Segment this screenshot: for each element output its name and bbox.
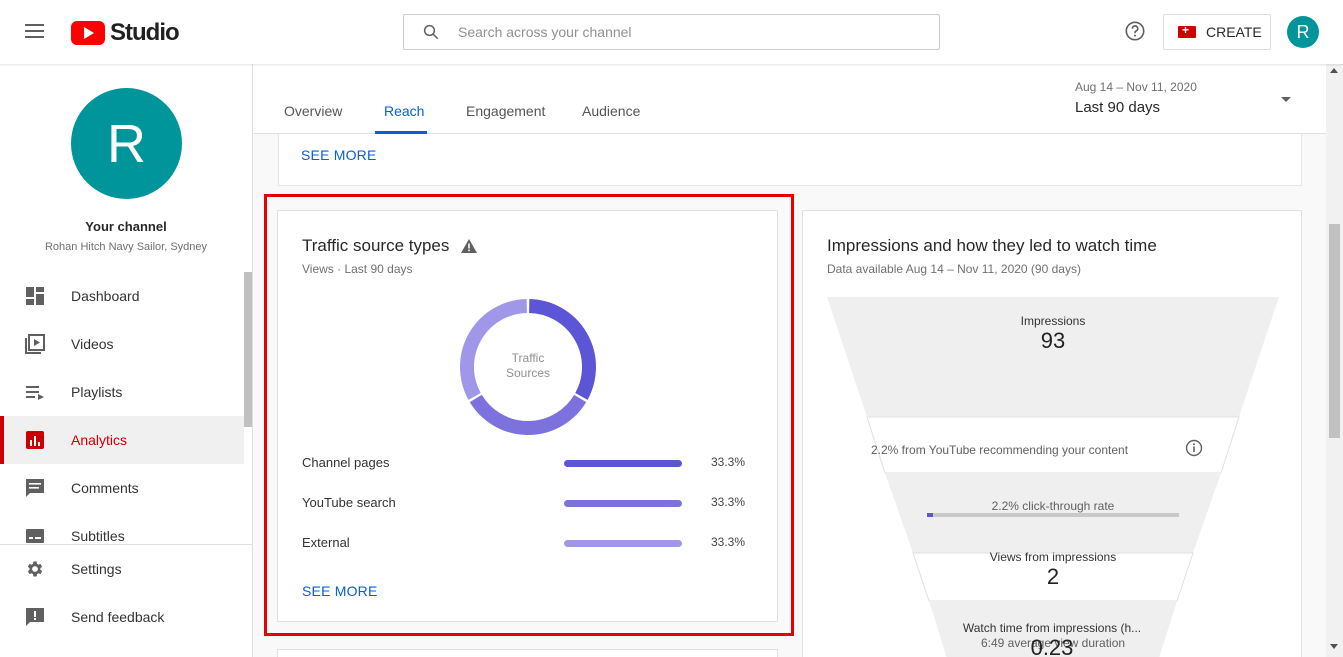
sidebar-item-label: Analytics	[71, 432, 128, 448]
list-item[interactable]: External 33.3%	[302, 533, 752, 553]
comments-icon	[24, 477, 46, 499]
donut-center-line1: Traffic	[511, 351, 545, 365]
sidebar-item-label: Videos	[71, 336, 114, 352]
card-title: Traffic source types	[302, 236, 478, 256]
top-bar: Studio CREATE R	[0, 0, 1343, 64]
logo-text: Studio	[110, 19, 180, 46]
sidebar-item-label: Dashboard	[71, 288, 140, 304]
main-content: Overview Reach Engagement Audience Aug 1…	[253, 64, 1326, 657]
next-card	[277, 649, 778, 657]
channel-avatar[interactable]: R	[71, 88, 182, 199]
watch-time-label: Watch time from impressions (h...	[962, 621, 1142, 635]
sidebar-item-label: Subtitles	[71, 528, 125, 544]
scroll-down-arrow-icon[interactable]	[1330, 644, 1338, 649]
menu-icon[interactable]	[25, 24, 44, 38]
traffic-source-label: Channel pages	[302, 455, 390, 470]
traffic-source-bar	[564, 500, 682, 507]
feedback-icon	[24, 606, 46, 628]
scroll-up-arrow-icon[interactable]	[1330, 68, 1338, 73]
info-icon[interactable]	[1185, 439, 1203, 457]
gear-icon	[24, 558, 46, 580]
traffic-card-subtitle: Views · Last 90 days	[302, 262, 413, 276]
sidebar-item-label: Settings	[71, 561, 122, 577]
warning-icon[interactable]	[461, 239, 478, 253]
videos-icon	[24, 333, 46, 355]
ctr-note: 2.2% click-through rate	[991, 499, 1115, 513]
traffic-card-title: Traffic source types	[302, 236, 450, 255]
search-input[interactable]	[458, 24, 898, 40]
see-more-link[interactable]: SEE MORE	[302, 583, 378, 599]
donut-center-label: Traffic Sources	[468, 351, 588, 381]
date-range-label[interactable]: Last 90 days	[1075, 99, 1160, 116]
donut-slice-youtube-search[interactable]	[469, 394, 587, 435]
sidebar-item-label: Comments	[71, 480, 139, 496]
search-icon	[423, 24, 439, 40]
sidebar-item-analytics[interactable]: Analytics	[0, 416, 244, 464]
views-label: Views from impressions	[989, 550, 1117, 564]
sidebar-item-dashboard[interactable]: Dashboard	[0, 272, 244, 320]
tab-overview[interactable]: Overview	[284, 103, 342, 119]
sidebar-item-send-feedback[interactable]: Send feedback	[0, 593, 252, 641]
impressions-label: Impressions	[1020, 314, 1086, 328]
traffic-source-card: Traffic source types Views · Last 90 day…	[277, 210, 778, 622]
see-more-link[interactable]: SEE MORE	[301, 147, 377, 163]
help-icon[interactable]	[1124, 20, 1146, 42]
traffic-source-bar	[564, 460, 682, 467]
traffic-source-label: External	[302, 535, 350, 550]
sidebar-item-label: Send feedback	[71, 609, 165, 625]
list-item[interactable]: YouTube search 33.3%	[302, 493, 752, 513]
sidebar-item-videos[interactable]: Videos	[0, 320, 244, 368]
yt-recommend-note: 2.2% from YouTube recommending your cont…	[871, 443, 1129, 457]
ctr-stat: 2.2% click-through rate	[827, 497, 1279, 515]
recommend-note-row: 2.2% from YouTube recommending your cont…	[871, 441, 1191, 459]
traffic-source-percent: 33.3%	[711, 455, 746, 469]
create-label: CREATE	[1206, 24, 1262, 40]
impressions-card: Impressions and how they led to watch ti…	[802, 210, 1302, 657]
impressions-stat: Impressions 93	[827, 314, 1279, 354]
views-value: 2	[1046, 564, 1060, 589]
date-range-dates[interactable]: Aug 14 – Nov 11, 2020	[1075, 80, 1197, 94]
sidebar-item-settings[interactable]: Settings	[0, 545, 252, 593]
tab-engagement[interactable]: Engagement	[466, 103, 545, 119]
youtube-logo-icon	[71, 21, 105, 45]
sidebar-footer: Settings Send feedback	[0, 544, 252, 641]
traffic-source-bar	[564, 540, 682, 547]
previous-card: SEE MORE	[278, 134, 1302, 186]
search-box[interactable]	[403, 14, 940, 50]
studio-logo[interactable]: Studio	[71, 19, 180, 47]
sidebar-scrollbar[interactable]	[244, 272, 252, 427]
watch-time-value: 0.23	[1030, 635, 1074, 657]
sidebar-item-comments[interactable]: Comments	[0, 464, 244, 512]
channel-name: Rohan Hitch Navy Sailor, Sydney	[44, 241, 208, 253]
traffic-source-percent: 33.3%	[711, 495, 746, 509]
page-scrollbar[interactable]	[1326, 64, 1343, 657]
sidebar-item-playlists[interactable]: Playlists	[0, 368, 244, 416]
scrollbar-thumb[interactable]	[1329, 224, 1340, 438]
analytics-icon	[24, 429, 46, 451]
dashboard-icon	[24, 285, 46, 307]
sidebar-item-label: Playlists	[71, 384, 123, 400]
create-button[interactable]: CREATE	[1163, 14, 1271, 50]
channel-title: Your channel	[85, 219, 167, 234]
playlists-icon	[24, 381, 46, 403]
traffic-source-label: YouTube search	[302, 495, 396, 510]
sidebar: R Your channel Rohan Hitch Navy Sailor, …	[0, 64, 253, 657]
impressions-card-subtitle: Data available Aug 14 – Nov 11, 2020 (90…	[827, 262, 1081, 276]
account-avatar[interactable]: R	[1287, 16, 1319, 48]
impressions-value: 93	[1040, 328, 1066, 353]
tab-reach[interactable]: Reach	[384, 103, 424, 119]
donut-center-line2: Sources	[505, 366, 551, 380]
watch-time-stat: Watch time from impressions (h... 0.23	[826, 621, 1278, 657]
chevron-down-icon[interactable]	[1281, 97, 1291, 102]
tab-audience[interactable]: Audience	[582, 103, 640, 119]
create-video-icon	[1178, 23, 1196, 38]
views-stat: Views from impressions 2	[827, 550, 1279, 590]
analytics-tabs-bar: Overview Reach Engagement Audience Aug 1…	[253, 64, 1326, 134]
sidebar-nav: Dashboard Videos Playlists Analytics Com…	[0, 272, 244, 560]
list-item[interactable]: Channel pages 33.3%	[302, 453, 752, 473]
traffic-source-percent: 33.3%	[711, 535, 746, 549]
impressions-card-title: Impressions and how they led to watch ti…	[827, 236, 1157, 255]
